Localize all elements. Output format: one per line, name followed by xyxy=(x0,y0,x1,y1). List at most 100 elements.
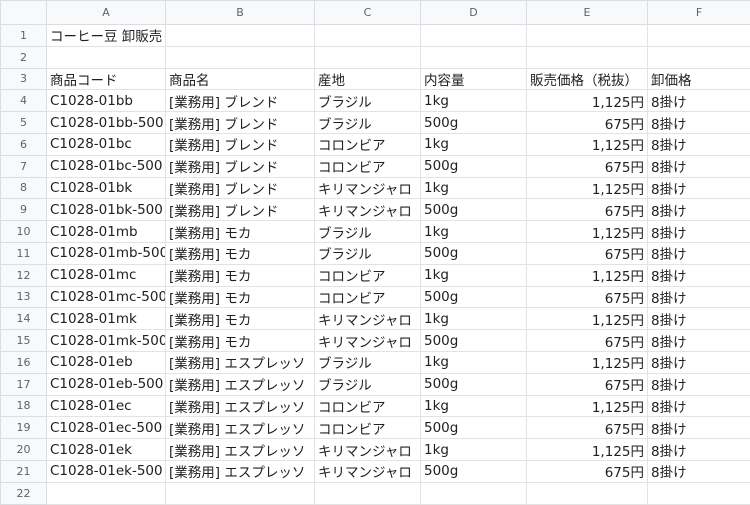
cell[interactable]: 8掛け xyxy=(648,330,750,352)
cell[interactable]: 8掛け xyxy=(648,395,750,417)
cell[interactable]: 1,125円 xyxy=(527,177,648,199)
row-header[interactable]: 11 xyxy=(1,242,47,264)
column-header-b[interactable]: B xyxy=(166,1,315,25)
cell[interactable]: 675円 xyxy=(527,373,648,395)
cell[interactable]: 1,125円 xyxy=(527,308,648,330)
cell[interactable]: 8掛け xyxy=(648,90,750,112)
cell[interactable]: 500g xyxy=(421,373,527,395)
column-header-a[interactable]: A xyxy=(47,1,166,25)
cell[interactable]: 675円 xyxy=(527,330,648,352)
cell[interactable]: [業務用] ブレンド xyxy=(166,155,315,177)
row-header[interactable]: 14 xyxy=(1,308,47,330)
header-cell-size[interactable]: 内容量 xyxy=(421,68,527,90)
column-header-e[interactable]: E xyxy=(527,1,648,25)
cell[interactable]: 8掛け xyxy=(648,417,750,439)
cell[interactable] xyxy=(421,482,527,504)
cell[interactable]: コロンビア xyxy=(315,155,421,177)
cell[interactable]: C1028-01ek xyxy=(47,439,166,461)
cell[interactable]: 500g xyxy=(421,330,527,352)
cell[interactable]: C1028-01mc-500 xyxy=(47,286,166,308)
cell[interactable] xyxy=(648,46,750,68)
cell[interactable]: C1028-01ek-500 xyxy=(47,460,166,482)
cell[interactable]: 1kg xyxy=(421,264,527,286)
cell[interactable]: C1028-01eb-500 xyxy=(47,373,166,395)
cell[interactable]: 500g xyxy=(421,286,527,308)
cell[interactable]: [業務用] モカ xyxy=(166,221,315,243)
column-header-d[interactable]: D xyxy=(421,1,527,25)
cell[interactable]: ブラジル xyxy=(315,351,421,373)
row-header[interactable]: 13 xyxy=(1,286,47,308)
header-cell-origin[interactable]: 産地 xyxy=(315,68,421,90)
cell[interactable]: C1028-01mk xyxy=(47,308,166,330)
cell[interactable]: 1,125円 xyxy=(527,439,648,461)
column-header-f[interactable]: F xyxy=(648,1,750,25)
cell[interactable]: キリマンジャロ xyxy=(315,199,421,221)
cell[interactable] xyxy=(166,482,315,504)
cell[interactable]: [業務用] モカ xyxy=(166,264,315,286)
cell[interactable]: [業務用] モカ xyxy=(166,308,315,330)
cell[interactable]: 1,125円 xyxy=(527,90,648,112)
cell[interactable]: C1028-01bb xyxy=(47,90,166,112)
cell[interactable]: [業務用] モカ xyxy=(166,286,315,308)
cell[interactable]: 675円 xyxy=(527,460,648,482)
row-header[interactable]: 7 xyxy=(1,155,47,177)
cell[interactable]: C1028-01ec xyxy=(47,395,166,417)
cell[interactable]: キリマンジャロ xyxy=(315,177,421,199)
cell[interactable]: ブラジル xyxy=(315,221,421,243)
column-header-c[interactable]: C xyxy=(315,1,421,25)
cell[interactable]: C1028-01ec-500 xyxy=(47,417,166,439)
row-header[interactable]: 10 xyxy=(1,221,47,243)
cell[interactable]: 675円 xyxy=(527,112,648,134)
cell[interactable]: 1kg xyxy=(421,439,527,461)
row-header[interactable]: 17 xyxy=(1,373,47,395)
cell[interactable]: [業務用] ブレンド xyxy=(166,199,315,221)
cell[interactable]: [業務用] ブレンド xyxy=(166,112,315,134)
cell[interactable]: 8掛け xyxy=(648,351,750,373)
cell[interactable]: [業務用] ブレンド xyxy=(166,177,315,199)
row-header[interactable]: 6 xyxy=(1,133,47,155)
cell[interactable] xyxy=(527,25,648,47)
cell[interactable]: コロンビア xyxy=(315,395,421,417)
cell[interactable] xyxy=(648,25,750,47)
cell[interactable]: キリマンジャロ xyxy=(315,330,421,352)
cell[interactable] xyxy=(166,46,315,68)
cell[interactable]: 675円 xyxy=(527,286,648,308)
cell[interactable]: C1028-01mc xyxy=(47,264,166,286)
cell[interactable]: コロンビア xyxy=(315,264,421,286)
cell[interactable]: ブラジル xyxy=(315,242,421,264)
cell[interactable]: C1028-01bc xyxy=(47,133,166,155)
cell[interactable]: 675円 xyxy=(527,199,648,221)
cell[interactable]: コロンビア xyxy=(315,133,421,155)
header-cell-name[interactable]: 商品名 xyxy=(166,68,315,90)
cell[interactable] xyxy=(166,25,315,47)
row-header[interactable]: 12 xyxy=(1,264,47,286)
cell[interactable] xyxy=(421,46,527,68)
cell[interactable] xyxy=(315,482,421,504)
title-cell[interactable]: コーヒー豆 卸販売リスト xyxy=(47,25,166,47)
cell[interactable]: 8掛け xyxy=(648,373,750,395)
cell[interactable]: 8掛け xyxy=(648,286,750,308)
header-cell-wholesale[interactable]: 卸価格 xyxy=(648,68,750,90)
cell[interactable]: 1,125円 xyxy=(527,395,648,417)
cell[interactable]: 1kg xyxy=(421,221,527,243)
cell[interactable]: 500g xyxy=(421,155,527,177)
cell[interactable]: C1028-01bb-500 xyxy=(47,112,166,134)
cell[interactable]: C1028-01mk-500 xyxy=(47,330,166,352)
cell[interactable]: 8掛け xyxy=(648,264,750,286)
cell[interactable]: 1kg xyxy=(421,90,527,112)
cell[interactable]: 8掛け xyxy=(648,308,750,330)
cell[interactable]: [業務用] エスプレッソ xyxy=(166,439,315,461)
cell[interactable]: 500g xyxy=(421,417,527,439)
row-header[interactable]: 5 xyxy=(1,112,47,134)
cell[interactable]: キリマンジャロ xyxy=(315,308,421,330)
header-cell-price[interactable]: 販売価格（税抜） xyxy=(527,68,648,90)
cell[interactable]: [業務用] ブレンド xyxy=(166,90,315,112)
cell[interactable]: [業務用] エスプレッソ xyxy=(166,460,315,482)
row-header[interactable]: 1 xyxy=(1,25,47,47)
row-header[interactable]: 21 xyxy=(1,460,47,482)
row-header[interactable]: 8 xyxy=(1,177,47,199)
row-header[interactable]: 2 xyxy=(1,46,47,68)
cell[interactable]: 500g xyxy=(421,199,527,221)
cell[interactable]: ブラジル xyxy=(315,90,421,112)
cell[interactable]: [業務用] エスプレッソ xyxy=(166,373,315,395)
